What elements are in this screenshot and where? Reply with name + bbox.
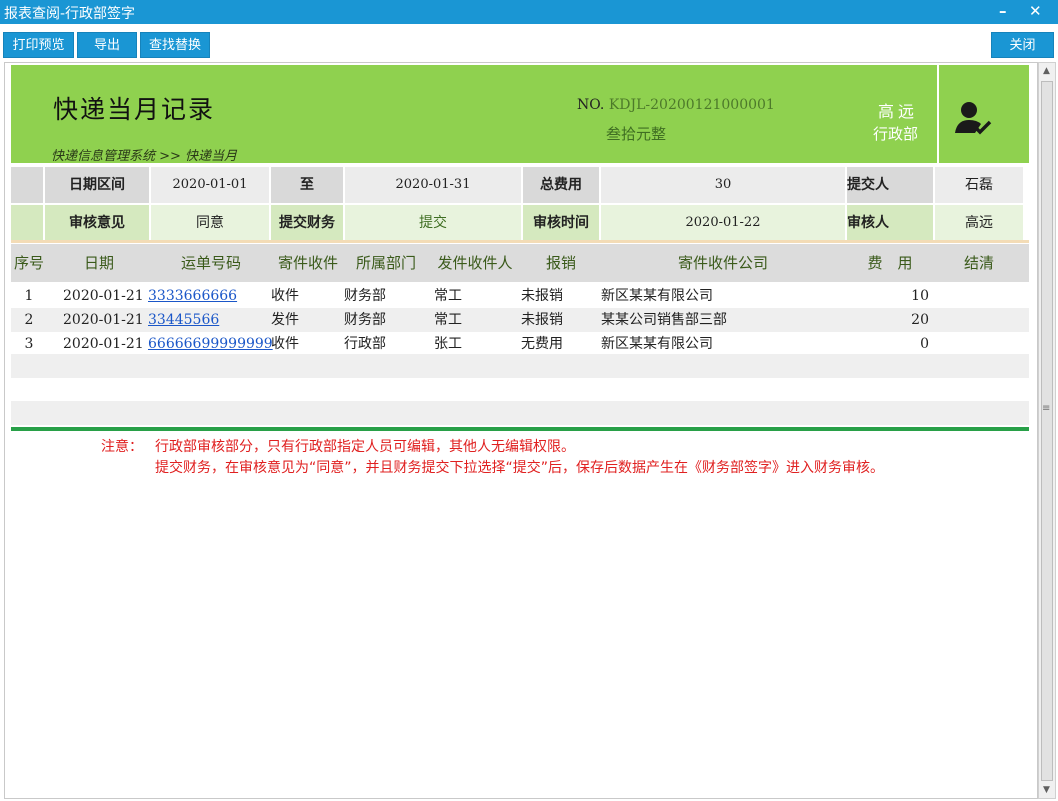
col-index: 序号 [13,254,44,272]
summary-row-2: 审核意见 同意 提交财务 提交 审核时间 2020-01-22 审核人 高远 [11,205,1029,241]
table-footer-row [11,401,1029,425]
submitter-value: 石磊 [935,167,1023,203]
cell-type: 收件 [271,336,299,352]
breadcrumb: 快递信息管理系统 >> 快递当月 [51,149,238,164]
cell-settled [935,332,1023,356]
submit-finance-select[interactable]: 提交 [345,205,521,241]
col-settled: 结清 [963,254,994,272]
window-titlebar: 报表查阅-行政部签字 – ✕ [0,0,1058,24]
note-prefix: 注意： [101,439,143,455]
notes-divider [11,427,1029,431]
section-separator [11,240,1029,243]
col-date: 日期 [83,254,114,272]
find-replace-button[interactable]: 查找替换 [140,32,210,58]
window-title: 报表查阅-行政部签字 [4,6,136,22]
table-empty-row [11,354,1029,378]
report-header: 快递当月记录 快递信息管理系统 >> 快递当月 NO. KDJL-2020012… [11,65,1029,164]
cell-person: 张工 [434,336,462,352]
col-type: 寄件收件 [277,254,338,272]
note-line-1: 行政部审核部分，只有行政部指定人员可编辑，其他人无编辑权限。 [155,439,575,455]
cell-company: 新区某某有限公司 [601,336,713,352]
col-fee: 费 用 [867,254,913,272]
cell-fee: 10 [911,288,929,304]
scroll-down-arrow-icon[interactable]: ▼ [1043,785,1050,795]
scroll-up-arrow-icon[interactable]: ▲ [1043,66,1050,76]
total-fee-label: 总费用 [523,167,599,203]
window-close-button[interactable]: ✕ [1029,2,1042,20]
waybill-link[interactable]: 66666699999999 [148,332,273,356]
cell-settled [935,308,1023,332]
col-dept: 所属部门 [355,254,416,272]
export-button[interactable]: 导出 [77,32,137,58]
cell-index: 3 [24,336,34,352]
record-number-value: KDJL-20200121000001 [608,97,775,113]
table-header: 序号 日期 运单号码 寄件收件 所属部门 发件收件人 报销 寄件收件公司 费 用… [11,244,1029,282]
table-row: 3 2020-01-21 66666699999999 收件 行政部 张工 无费… [11,332,1029,356]
cell-reimburse: 未报销 [521,288,563,304]
review-opinion-label: 审核意见 [45,205,149,241]
amount-in-words: 叁拾元整 [606,125,667,143]
scrollbar-thumb[interactable] [1041,81,1053,781]
date-from-value[interactable]: 2020-01-01 [151,167,269,203]
cell-company: 新区某某有限公司 [601,288,713,304]
cell-index: 2 [24,312,34,328]
cell-date: 2020-01-21 [63,288,144,304]
note-line-2: 提交财务，在审核意见为“同意”，并且财务提交下拉选择“提交”后，保存后数据产生在… [155,460,885,476]
approver-name: 高远 [877,102,918,121]
waybill-link[interactable]: 3333666666 [148,284,237,308]
review-time-value[interactable]: 2020-01-22 [601,205,845,241]
toolbar: 打印预览 导出 查找替换 关闭 [0,24,1058,62]
review-time-label: 审核时间 [523,205,599,241]
cell-settled [935,284,1023,308]
col-person: 发件收件人 [437,254,513,272]
cell-date: 2020-01-21 [63,336,144,352]
reviewer-label: 审核人 [847,205,933,241]
table-row: 1 2020-01-21 3333666666 收件 财务部 常工 未报销 新区… [11,284,1029,308]
waybill-link[interactable]: 33445566 [148,308,219,332]
col-reimburse: 报销 [545,254,576,272]
cell-index: 1 [24,288,34,304]
approver-dept: 行政部 [872,125,918,143]
report-content: 快递当月记录 快递信息管理系统 >> 快递当月 NO. KDJL-2020012… [4,62,1038,799]
cell-company: 某某公司销售部三部 [601,312,727,328]
scroll-grip-icon: ≡ [1042,403,1051,414]
cell-person: 常工 [434,312,462,328]
submitter-label: 提交人 [847,167,933,203]
print-preview-button[interactable]: 打印预览 [3,32,74,58]
summary-blank [11,167,43,203]
vertical-scrollbar[interactable]: ▲ ≡ ▼ [1038,62,1056,799]
cell-reimburse: 未报销 [521,312,563,328]
date-range-label: 日期区间 [45,167,149,203]
date-to-value[interactable]: 2020-01-31 [345,167,521,203]
to-label: 至 [271,167,343,203]
record-number-label: NO. [577,97,605,113]
cell-dept: 财务部 [344,288,386,304]
cell-fee: 0 [920,336,929,352]
cell-dept: 行政部 [344,336,386,352]
col-company: 寄件收件公司 [677,254,768,272]
cell-date: 2020-01-21 [63,312,144,328]
close-button[interactable]: 关闭 [991,32,1054,58]
cell-person: 常工 [434,288,462,304]
col-waybill: 运单号码 [180,254,241,272]
cell-fee: 20 [911,312,929,328]
table-row: 2 2020-01-21 33445566 发件 财务部 常工 未报销 某某公司… [11,308,1029,332]
reviewer-value: 高远 [935,205,1023,241]
minimize-button[interactable]: – [999,2,1007,20]
cell-reimburse: 无费用 [521,336,563,352]
summary-blank [11,205,43,241]
record-number: NO. KDJL-20200121000001 [577,97,775,113]
total-fee-value: 30 [601,167,845,203]
cell-type: 收件 [271,288,299,304]
user-approve-icon [955,102,992,135]
cell-type: 发件 [271,312,299,328]
summary-row-1: 日期区间 2020-01-01 至 2020-01-31 总费用 30 提交人 … [11,167,1029,203]
report-title: 快递当月记录 [53,95,216,124]
review-opinion-select[interactable]: 同意 [151,205,269,241]
header-divider [937,65,939,163]
submit-finance-label: 提交财务 [271,205,343,241]
cell-dept: 财务部 [344,312,386,328]
